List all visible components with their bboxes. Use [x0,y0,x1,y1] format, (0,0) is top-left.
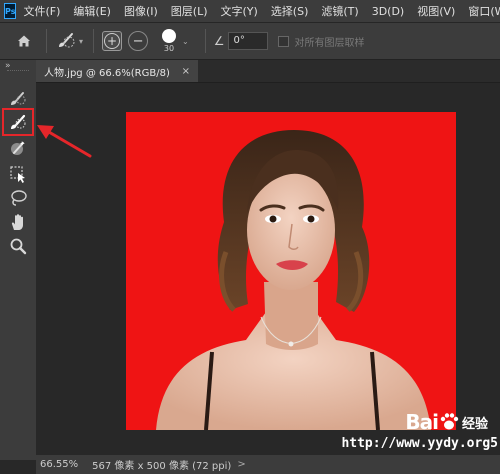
document-info: 567 像素 x 500 像素 (72 ppi) [92,461,232,472]
separator [204,29,206,53]
brush-angle-control: ∠ 0° [214,32,269,50]
close-icon[interactable]: × [182,66,190,77]
crop-select-icon[interactable] [8,164,28,184]
sample-all-layers-option[interactable]: 对所有图层取样 [278,34,364,49]
brush-preset-picker[interactable]: 30 [162,29,177,53]
menu-edit[interactable]: 编辑(E) [73,3,111,19]
quick-selection-icon[interactable] [8,112,28,132]
menu-type[interactable]: 文字(Y) [221,3,258,19]
photoshop-logo[interactable]: Ps [4,3,17,19]
tool-preset-picker[interactable]: ▾ [55,31,83,51]
menu-3d[interactable]: 3D(D) [372,5,405,18]
watermark: Bai 经验 http://www.yydy.org5 [310,410,498,472]
sample-all-layers-label: 对所有图层取样 [294,37,365,49]
document-image[interactable] [126,112,456,430]
document-tab-label: 人物.jpg @ 66.6%(RGB/8) [44,67,170,79]
lasso-icon[interactable] [8,188,28,208]
canvas-area[interactable] [36,83,500,455]
options-bar: ▾ + − 30 ⌄ ∠ 0° 对所有图层取样 [0,23,500,60]
brush-size-label: 30 [163,44,175,53]
chevron-down-icon: ▾ [79,36,84,46]
separator [46,29,47,53]
menu-layer[interactable]: 图层(L) [171,3,208,19]
angle-icon: ∠ [213,34,225,48]
tools-panel: » [0,60,37,460]
portrait-photo [126,112,456,430]
document-tab[interactable]: 人物.jpg @ 66.6%(RGB/8) × [36,60,198,82]
quick-selection-brush-icon [55,31,77,51]
zoom-icon[interactable] [8,236,28,256]
brush-tip-icon [162,29,177,43]
menu-filter[interactable]: 滤镜(T) [321,3,358,19]
object-selection-icon[interactable] [8,88,28,108]
chevron-down-icon[interactable]: ⌄ [182,37,189,46]
menu-view[interactable]: 视图(V) [417,3,455,19]
status-menu-arrow[interactable]: > [237,459,245,470]
paw-icon [440,413,459,430]
menu-image[interactable]: 图像(I) [124,3,158,19]
menu-window[interactable]: 窗口(W) [468,3,500,19]
watermark-brand: Bai 经验 [405,410,488,434]
angle-input[interactable]: 0° [228,32,269,50]
hand-icon[interactable] [8,212,28,232]
panel-grip[interactable] [7,70,29,73]
watermark-brand-suffix: 经验 [461,416,488,432]
menu-bar: Ps 文件(F) 编辑(E) 图像(I) 图层(L) 文字(Y) 选择(S) 滤… [0,0,500,23]
separator [93,29,95,53]
subtract-from-selection-button[interactable]: − [128,31,149,51]
plus-icon: + [104,33,121,49]
sample-all-layers-checkbox[interactable] [278,35,290,47]
document-tab-bar: 人物.jpg @ 66.6%(RGB/8) × [36,60,500,83]
menu-file[interactable]: 文件(F) [23,3,60,19]
watermark-brand-text: Bai [405,410,439,434]
menu-select[interactable]: 选择(S) [271,3,309,19]
watermark-url: http://www.yydy.org5 [341,436,498,451]
magic-wand-icon[interactable] [8,138,28,158]
add-to-selection-button[interactable]: + [102,31,123,51]
home-icon[interactable] [16,33,32,49]
zoom-level[interactable]: 66.55% [40,459,78,470]
